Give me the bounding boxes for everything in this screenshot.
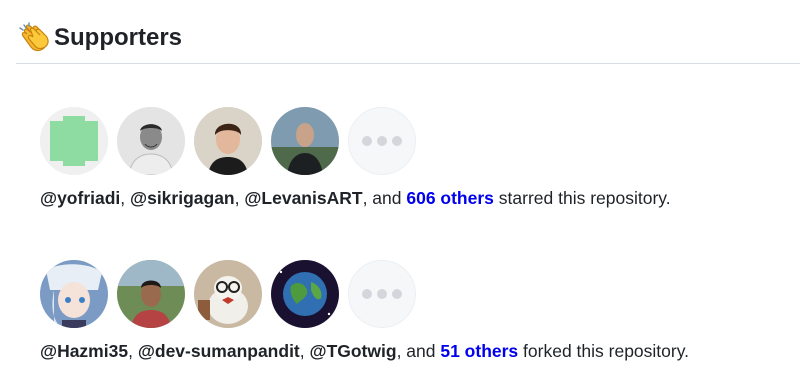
avatar-dev-sumanpandit[interactable] [117,260,185,328]
user-link[interactable]: @Hazmi35 [40,341,128,361]
user-link[interactable]: @TGotwig [310,341,397,361]
supporters-header: Supporters [16,20,800,64]
more-avatars-placeholder [348,107,416,175]
user-link[interactable]: @yofriadi [40,188,120,208]
page-title: Supporters [54,24,183,51]
user-link[interactable]: @sikrigagan [130,188,235,208]
user-link[interactable]: @LevanisART [244,188,362,208]
others-count-link[interactable]: 606 others [406,188,494,208]
forker-avatars [40,260,416,328]
user-link[interactable]: @dev-sumanpandit [138,341,300,361]
stargazers-summary: @yofriadi, @sikrigagan, @LevanisART, and… [40,188,671,208]
avatar-user-4[interactable] [271,107,339,175]
avatar-levanisart[interactable] [194,107,262,175]
avatar-tgotwig[interactable] [194,260,262,328]
avatar-sikrigagan[interactable] [117,107,185,175]
avatar-hazmi35[interactable] [40,260,108,328]
more-avatars-placeholder [348,260,416,328]
avatar-yofriadi[interactable] [40,107,108,175]
others-count-link[interactable]: 51 others [440,341,518,361]
avatar-user-4[interactable] [271,260,339,328]
clapping-hands-icon [19,22,49,52]
forkers-summary: @Hazmi35, @dev-sumanpandit, @TGotwig, an… [40,341,690,361]
stargazer-avatars [40,107,416,175]
